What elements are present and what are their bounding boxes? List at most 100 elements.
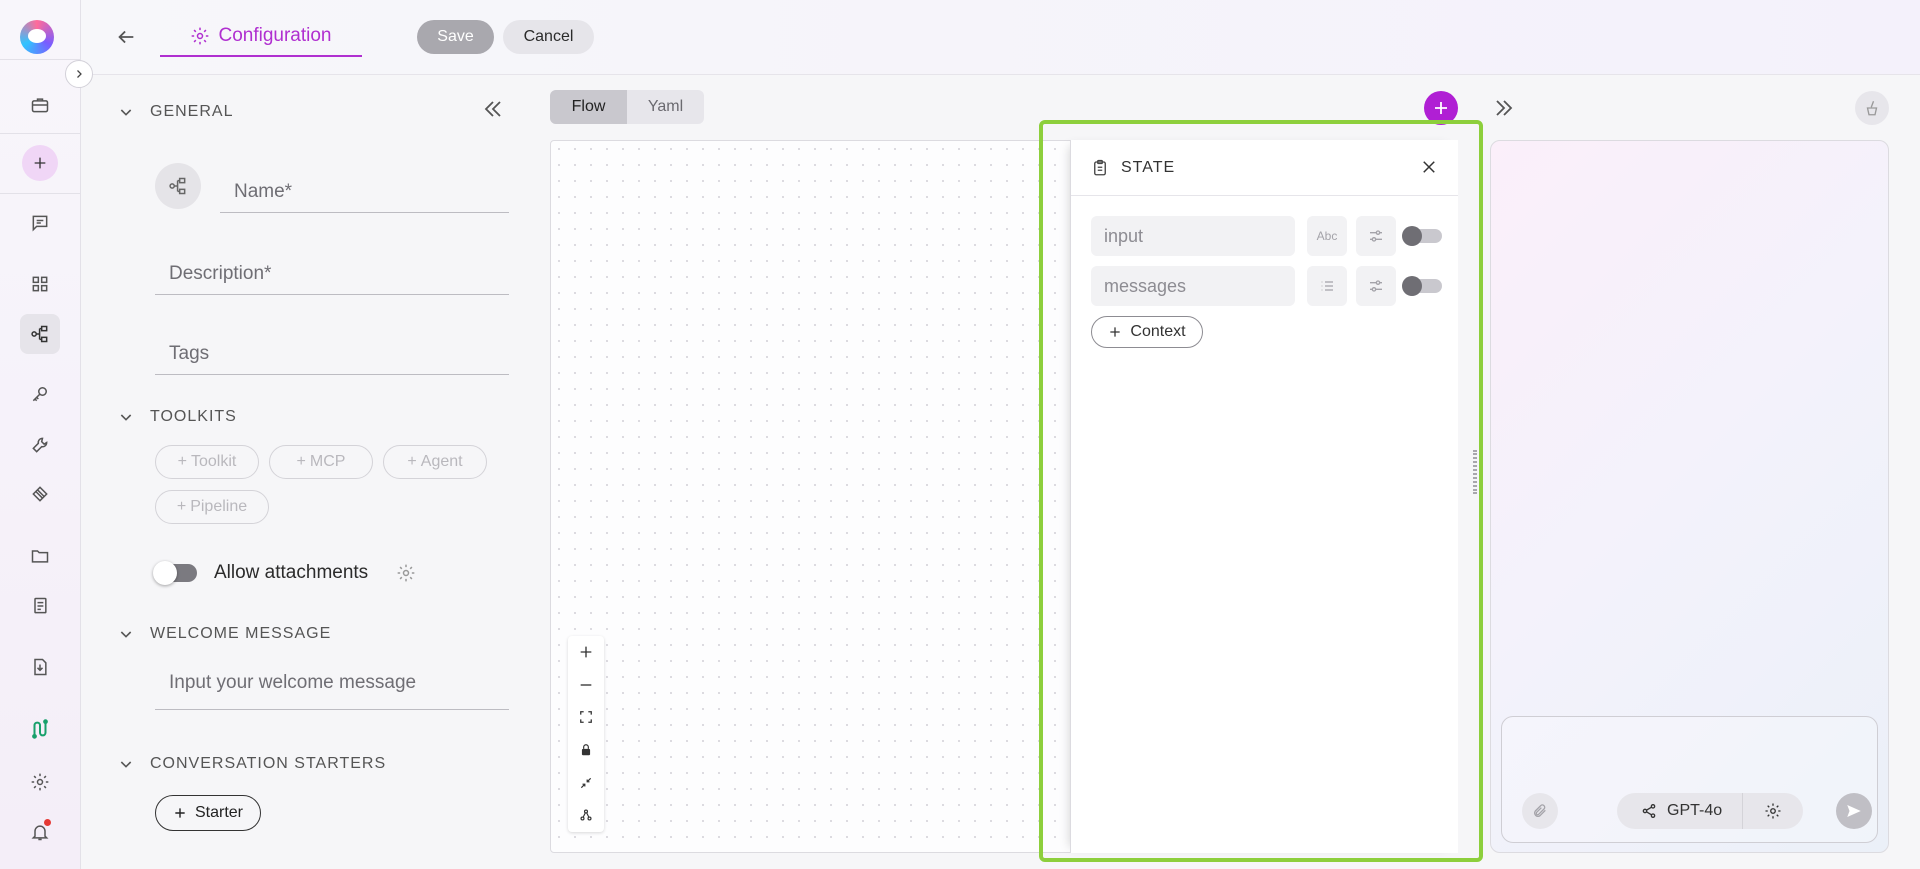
expand-panel-icon[interactable]: [1492, 96, 1516, 120]
paperclip-icon[interactable]: [1522, 793, 1558, 829]
add-mcp-button[interactable]: + MCP: [269, 445, 373, 479]
add-pipeline-button[interactable]: + Pipeline: [155, 490, 269, 524]
plus-icon: +: [177, 453, 187, 470]
state-panel-header: STATE: [1071, 140, 1458, 196]
top-bar: Configuration Save Cancel: [81, 0, 1920, 75]
briefcase-icon[interactable]: [20, 85, 60, 125]
collapse-panel-icon[interactable]: [481, 97, 505, 121]
chat-input[interactable]: GPT-4o: [1501, 716, 1878, 843]
tab-label: Configuration: [218, 24, 332, 46]
state-variable-toggle[interactable]: [1402, 226, 1442, 246]
plus-icon: [1110, 327, 1121, 337]
share-icon: [1642, 804, 1656, 818]
attachments-icon[interactable]: [20, 474, 60, 514]
add-toolkit-button[interactable]: + Toolkit: [155, 445, 259, 479]
create-new-button[interactable]: [22, 145, 58, 181]
resize-handle[interactable]: [1473, 450, 1477, 494]
canvas-controls: [568, 636, 604, 832]
state-title: STATE: [1121, 158, 1176, 176]
close-icon[interactable]: [1420, 158, 1438, 176]
text-type-icon[interactable]: Abc: [1307, 216, 1347, 256]
description-field[interactable]: Description*: [155, 249, 509, 295]
model-settings-icon[interactable]: [1743, 802, 1803, 820]
notification-badge: [44, 819, 51, 826]
state-variable-toggle[interactable]: [1402, 276, 1442, 296]
send-icon[interactable]: [1836, 793, 1872, 829]
add-agent-button[interactable]: + Agent: [383, 445, 487, 479]
context-label: Context: [1130, 323, 1186, 340]
sliders-icon[interactable]: [1356, 266, 1396, 306]
list-type-icon[interactable]: [1307, 266, 1347, 306]
fit-view-icon[interactable]: [568, 701, 604, 734]
avatar[interactable]: [155, 163, 201, 209]
app-logo[interactable]: [20, 20, 54, 54]
rail-divider: [0, 133, 80, 134]
folder-icon[interactable]: [20, 536, 60, 576]
settings-gear-icon[interactable]: [20, 762, 60, 802]
name-field[interactable]: Name*: [220, 167, 509, 213]
chevron-down-icon: [120, 109, 132, 116]
chip-label: MCP: [309, 453, 346, 470]
model-selector[interactable]: GPT-4o: [1617, 793, 1803, 829]
starter-label: Starter: [194, 804, 243, 821]
documents-icon[interactable]: [20, 586, 60, 626]
integration-icon[interactable]: [20, 709, 60, 749]
pipelines-icon[interactable]: [20, 314, 60, 354]
toolkits-section-header[interactable]: TOOLKITS: [118, 408, 237, 426]
zoom-out-icon[interactable]: [568, 669, 604, 702]
lock-icon[interactable]: [568, 734, 604, 767]
configuration-panel: GENERAL Name* Description* Tags TOOLKITS…: [81, 75, 521, 869]
welcome-section-header[interactable]: WELCOME MESSAGE: [118, 625, 331, 643]
left-rail: [0, 0, 81, 869]
state-variable-name[interactable]: messages: [1091, 266, 1295, 306]
chip-label: Agent: [420, 453, 463, 470]
add-starter-button[interactable]: Starter: [155, 795, 261, 831]
save-button[interactable]: Save: [417, 20, 494, 54]
chevron-down-icon: [120, 631, 132, 638]
cancel-button[interactable]: Cancel: [503, 20, 594, 54]
tab-yaml[interactable]: Yaml: [627, 90, 704, 124]
starters-section-header[interactable]: CONVERSATION STARTERS: [118, 755, 386, 773]
wrench-icon[interactable]: [20, 425, 60, 465]
plus-icon: [175, 808, 185, 818]
rail-divider: [0, 193, 80, 194]
auto-layout-icon[interactable]: [568, 799, 604, 832]
attachment-settings-icon[interactable]: [396, 563, 416, 583]
model-name: GPT-4o: [1667, 802, 1723, 819]
chat-panel: GPT-4o: [1490, 140, 1889, 853]
tab-configuration[interactable]: Configuration: [160, 16, 362, 57]
collapse-nodes-icon[interactable]: [568, 766, 604, 799]
add-context-button[interactable]: Context: [1091, 316, 1203, 348]
welcome-message-input[interactable]: Input your welcome message: [155, 656, 509, 710]
gear-icon: [192, 27, 209, 44]
rail-divider: [0, 59, 80, 60]
section-title: CONVERSATION STARTERS: [150, 755, 387, 772]
notifications-bell-icon[interactable]: [20, 812, 60, 852]
dashboard-icon[interactable]: [20, 264, 60, 304]
section-title: GENERAL: [150, 103, 234, 120]
state-panel: STATE input Abc messages Context: [1070, 140, 1458, 853]
state-variable-name[interactable]: input: [1091, 216, 1295, 256]
tags-placeholder: Tags: [169, 343, 210, 364]
chat-icon[interactable]: [20, 203, 60, 243]
clean-chat-icon[interactable]: [1855, 91, 1889, 125]
tags-field[interactable]: Tags: [155, 329, 509, 375]
plus-icon: [1435, 102, 1447, 114]
general-section-header[interactable]: GENERAL: [118, 103, 233, 121]
name-placeholder: Name*: [234, 181, 293, 202]
plus-icon: +: [296, 453, 306, 470]
key-icon[interactable]: [20, 374, 60, 414]
tab-flow[interactable]: Flow: [550, 90, 627, 124]
clipboard-icon: [1094, 159, 1106, 175]
description-placeholder: Description*: [169, 263, 272, 284]
allow-attachments-toggle[interactable]: [153, 561, 197, 585]
back-arrow-icon[interactable]: [113, 24, 139, 50]
zoom-in-icon[interactable]: [568, 636, 604, 669]
import-icon[interactable]: [20, 647, 60, 687]
allow-attachments-label: Allow attachments: [214, 562, 369, 583]
chevron-down-icon: [120, 761, 132, 768]
expand-sidebar-button[interactable]: [65, 60, 93, 88]
add-node-button[interactable]: [1424, 91, 1458, 125]
sliders-icon[interactable]: [1356, 216, 1396, 256]
plus-icon: +: [407, 453, 417, 470]
